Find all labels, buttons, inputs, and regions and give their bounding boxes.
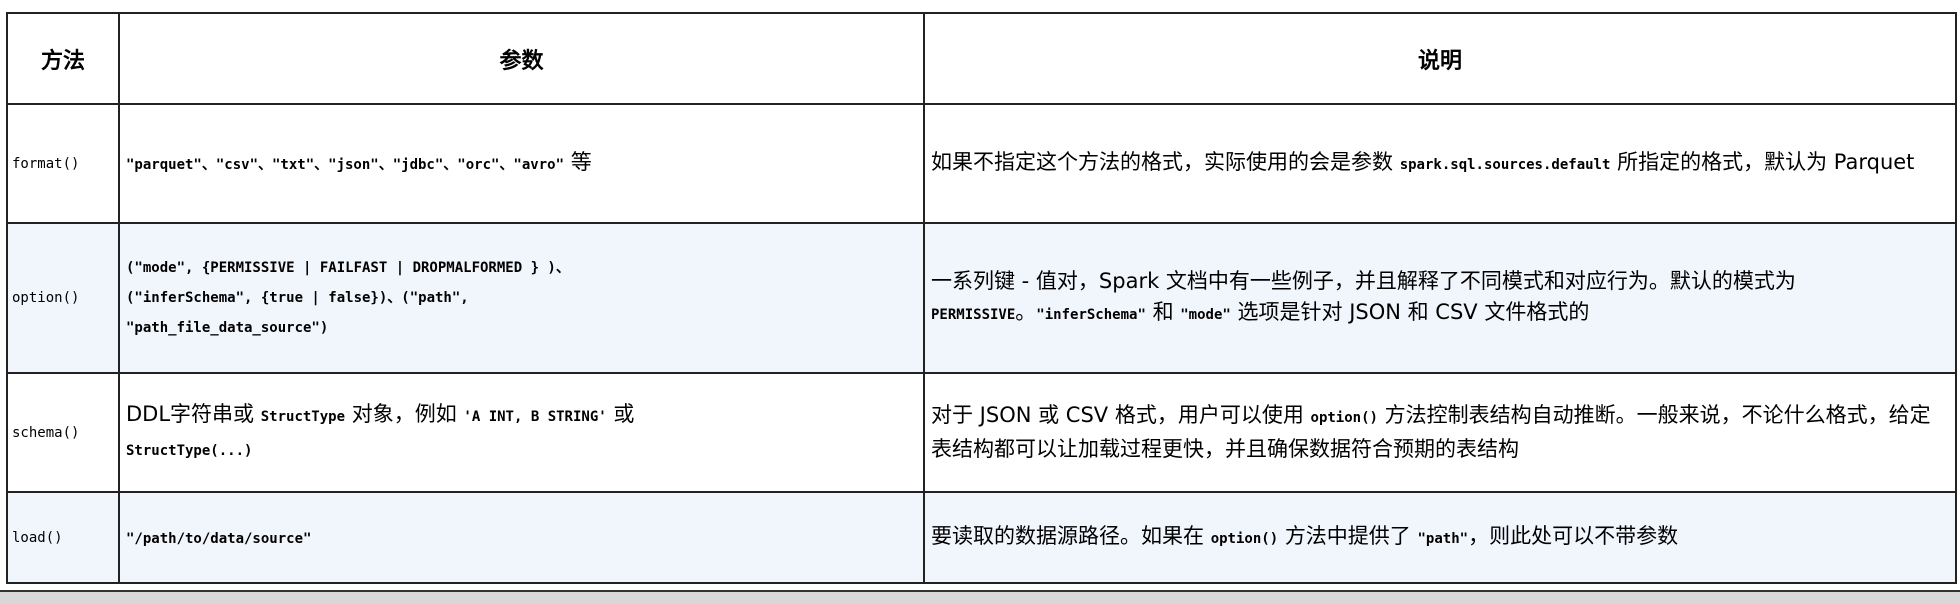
- header-method: 方法: [6, 12, 120, 105]
- header-row: 方法 参数 说明: [6, 12, 1957, 105]
- desc-code: option(): [1210, 530, 1279, 547]
- desc-text: 所指定的格式，默认为 Parquet: [1617, 149, 1915, 174]
- table-row: load() "/path/to/data/source" 要读取的数据源路径。…: [6, 491, 1957, 584]
- params-code-line: ("inferSchema", {true | false})、("path",: [126, 290, 469, 306]
- table-row: schema() DDL字符串或 StructType 对象，例如 'A INT…: [6, 372, 1957, 493]
- desc-text: 选项是针对 JSON 和 CSV 文件格式的: [1237, 299, 1590, 324]
- desc-text: ，则此处可以不带参数: [1468, 523, 1679, 548]
- desc-code: "inferSchema": [1036, 306, 1146, 323]
- desc-code: spark.sql.sources.default: [1399, 156, 1611, 173]
- params-cell: ("mode", {PERMISSIVE | FAILFAST | DROPMA…: [118, 222, 925, 374]
- desc-text: 如果不指定这个方法的格式，实际使用的会是参数: [931, 149, 1393, 174]
- method-cell: option(): [6, 222, 120, 374]
- desc-cell: 一系列键 - 值对，Spark 文档中有一些例子，并且解释了不同模式和对应行为。…: [923, 222, 1957, 374]
- desc-cell: 要读取的数据源路径。如果在 option() 方法中提供了 "path"，则此处…: [923, 491, 1957, 584]
- params-code: StructType(...): [126, 442, 253, 459]
- desc-text: 一系列键 - 值对，Spark 文档中有一些例子，并且解释了不同模式和对应行为。…: [931, 268, 1796, 293]
- params-cell: DDL字符串或 StructType 对象，例如 'A INT, B STRIN…: [118, 372, 925, 493]
- desc-code: "mode": [1180, 306, 1231, 323]
- params-text: DDL字符串或: [126, 401, 255, 426]
- desc-code: option(): [1310, 410, 1378, 426]
- desc-code: "path": [1417, 530, 1469, 547]
- params-code-line: ("mode", {PERMISSIVE | FAILFAST | DROPMA…: [126, 260, 570, 276]
- params-cell: "parquet"、"csv"、"txt"、"json"、"jdbc"、"orc…: [118, 103, 925, 224]
- method-cell: load(): [6, 491, 120, 584]
- desc-cell: 对于 JSON 或 CSV 格式，用户可以使用 option() 方法控制表结构…: [923, 372, 1957, 493]
- params-code: "parquet"、"csv"、"txt"、"json"、"jdbc"、"orc…: [126, 156, 565, 173]
- desc-text: 方法中提供了: [1284, 523, 1411, 548]
- desc-text: 对于 JSON 或 CSV 格式，用户可以使用: [931, 403, 1304, 427]
- desc-text: 。: [1015, 299, 1037, 324]
- desc-text: 和: [1152, 299, 1174, 324]
- params-code-line: "path_file_data_source"): [126, 320, 329, 336]
- params-text: 对象，例如: [351, 401, 457, 426]
- header-params: 参数: [118, 12, 925, 105]
- desc-cell: 如果不指定这个方法的格式，实际使用的会是参数 spark.sql.sources…: [923, 103, 1957, 224]
- table-row: option() ("mode", {PERMISSIVE | FAILFAST…: [6, 222, 1957, 374]
- header-desc: 说明: [923, 12, 1957, 105]
- params-text: 或: [613, 401, 635, 426]
- method-cell: schema(): [6, 372, 120, 493]
- params-code: "/path/to/data/source": [126, 530, 312, 547]
- desc-code: PERMISSIVE: [931, 306, 1016, 323]
- params-text: 等: [570, 149, 592, 174]
- params-code: StructType: [260, 408, 346, 425]
- params-code: 'A INT, B STRING': [463, 408, 607, 425]
- table-row: format() "parquet"、"csv"、"txt"、"json"、"j…: [6, 103, 1957, 224]
- params-cell: "/path/to/data/source": [118, 491, 925, 584]
- method-cell: format(): [6, 103, 120, 224]
- desc-text: 要读取的数据源路径。如果在: [931, 523, 1204, 548]
- methods-table: 方法 参数 说明 format() "parquet"、"csv"、"txt"、…: [6, 12, 1957, 584]
